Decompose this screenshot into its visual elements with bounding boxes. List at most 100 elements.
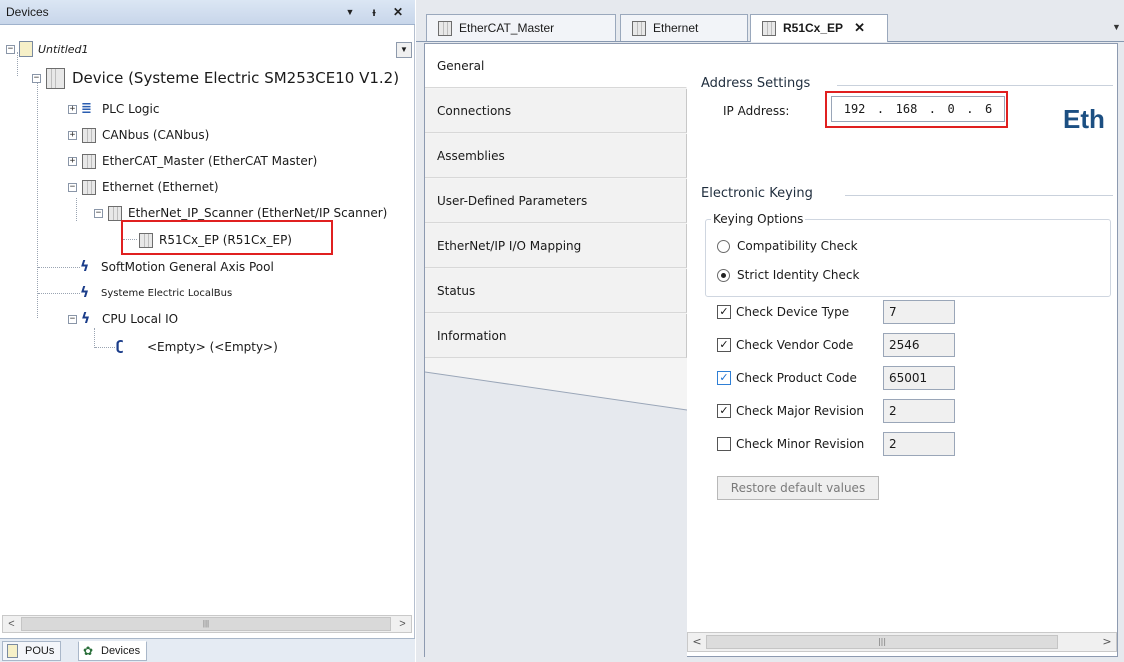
axis-pool-icon: ϟ <box>80 259 90 275</box>
tree-item-cpu-local-io[interactable]: − ϟ CPU Local IO <box>68 308 178 330</box>
device-label: Device (Systeme Electric SM253CE10 V1.2) <box>72 69 400 87</box>
device-icon <box>81 127 97 143</box>
cpu-io-label: CPU Local IO <box>102 312 179 326</box>
devices-hscrollbar[interactable]: < ||| > <box>2 615 412 633</box>
major-revision-value: 2 <box>883 399 955 423</box>
check-label: Check Minor Revision <box>736 437 865 451</box>
scroll-thumb[interactable]: ||| <box>706 635 1058 649</box>
localbus-label: Systeme Electric LocalBus <box>101 287 233 299</box>
minor-revision-value: 2 <box>883 432 955 456</box>
tab-label: EtherCAT_Master <box>459 21 555 35</box>
keying-options-group <box>705 219 1111 297</box>
check-major-revision[interactable]: ✓ Check Major Revision <box>717 404 864 418</box>
check-label: Check Vendor Code <box>736 338 854 352</box>
device-icon <box>107 205 123 221</box>
vendor-code-value: 2546 <box>883 333 955 357</box>
collapse-icon[interactable]: − <box>68 314 77 324</box>
tree-item-plc-logic[interactable]: + ≣ PLC Logic <box>68 98 159 120</box>
check-device-type[interactable]: ✓ Check Device Type <box>717 305 849 319</box>
tree-item-empty-slot[interactable]: ʗ <Empty> (<Empty>) <box>116 336 278 358</box>
collapse-icon[interactable]: − <box>32 73 41 83</box>
device-icon <box>81 179 97 195</box>
tab-label: R51Cx_EP <box>783 21 843 35</box>
keying-options-legend: Keying Options <box>711 212 806 226</box>
scroll-right-icon[interactable]: > <box>394 616 411 632</box>
slot-icon: ʗ <box>116 339 124 354</box>
check-vendor-code[interactable]: ✓ Check Vendor Code <box>717 338 853 352</box>
address-settings-title: Address Settings <box>701 76 811 91</box>
device-icon <box>631 20 647 36</box>
bottom-tab-strip: POUs ✿ Devices <box>0 638 415 662</box>
check-label: Check Product Code <box>736 371 857 385</box>
checkbox-checked-icon: ✓ <box>717 338 731 352</box>
tree-item-ethercat-master[interactable]: + EtherCAT_Master (EtherCAT Master) <box>68 150 317 172</box>
tab-ethercat-master[interactable]: EtherCAT_Master <box>426 14 616 41</box>
device-icon <box>45 67 67 89</box>
close-panel-icon[interactable]: ✕ <box>390 3 406 21</box>
tree-item-ethernet[interactable]: − Ethernet (Ethernet) <box>68 176 219 198</box>
electronic-keying-title: Electronic Keying <box>701 186 813 201</box>
radio-selected-icon <box>717 268 730 282</box>
io-icon: ϟ <box>81 311 91 327</box>
collapse-icon[interactable]: − <box>68 182 77 192</box>
close-tab-icon[interactable]: ✕ <box>854 20 865 35</box>
ip-address-label: IP Address: <box>723 104 790 118</box>
plc-logic-icon: ≣ <box>81 101 92 116</box>
expand-icon[interactable]: + <box>68 104 77 114</box>
highlight-r51cx-ep <box>121 220 333 255</box>
tab-devices[interactable]: ✿ Devices <box>78 641 148 661</box>
tree-item-device[interactable]: − Device (Systeme Electric SM253CE10 V1.… <box>32 64 399 92</box>
section-divider <box>845 195 1113 196</box>
tree-item-localbus[interactable]: ϟ Systeme Electric LocalBus <box>80 282 232 304</box>
devices-icon: ✿ <box>83 644 94 658</box>
restore-defaults-button[interactable]: Restore default values <box>717 476 879 500</box>
scroll-thumb[interactable]: ||| <box>21 617 391 631</box>
tab-label: Ethernet <box>653 21 699 35</box>
scroll-right-icon[interactable]: > <box>1099 634 1115 650</box>
check-minor-revision[interactable]: Check Minor Revision <box>717 437 864 451</box>
scanner-label: EtherNet_IP_Scanner (EtherNet/IP Scanner… <box>128 206 388 220</box>
highlight-ip-address <box>825 91 1008 128</box>
tab-overflow-icon[interactable]: ▼ <box>1112 22 1121 32</box>
canbus-label: CANbus (CANbus) <box>102 128 210 142</box>
devices-tab-label: Devices <box>101 645 141 657</box>
plc-logic-label: PLC Logic <box>102 102 160 116</box>
editor-tab-strip: EtherCAT_Master Ethernet R51Cx_EP ✕ ▼ <box>416 0 1124 42</box>
radio-icon <box>717 239 730 253</box>
editor-hscrollbar[interactable]: < ||| > <box>687 632 1117 652</box>
checkbox-unchecked-icon <box>717 437 731 451</box>
device-icon <box>761 20 777 36</box>
collapse-icon[interactable]: − <box>94 208 103 218</box>
collapse-icon[interactable]: − <box>6 44 15 54</box>
expand-icon[interactable]: + <box>68 130 77 140</box>
ethernet-label: Ethernet (Ethernet) <box>102 180 219 194</box>
check-product-code[interactable]: ✓ Check Product Code <box>717 371 857 385</box>
device-tree: − Untitled1 − Device (Systeme Electric S… <box>0 40 412 615</box>
expand-icon[interactable]: + <box>68 156 77 166</box>
checkbox-checked-icon: ✓ <box>717 404 731 418</box>
ethercat-label: EtherCAT_Master (EtherCAT Master) <box>102 154 318 168</box>
tree-item-softmotion[interactable]: ϟ SoftMotion General Axis Pool <box>80 256 274 278</box>
tree-item-project[interactable]: − Untitled1 <box>6 38 89 60</box>
vendor-logo: Eth <box>1063 104 1105 134</box>
checkbox-checked-icon: ✓ <box>717 305 731 319</box>
localbus-icon: ϟ <box>80 285 90 301</box>
scroll-left-icon[interactable]: < <box>689 634 705 650</box>
tree-item-canbus[interactable]: + CANbus (CANbus) <box>68 124 209 146</box>
section-divider <box>837 85 1113 86</box>
radio-compatibility-check[interactable]: Compatibility Check <box>717 239 858 253</box>
tab-shape-decoration <box>425 371 688 658</box>
tab-pous[interactable]: POUs <box>2 641 62 661</box>
radio-strict-identity-check[interactable]: Strict Identity Check <box>717 268 859 282</box>
general-tab-content: Address Settings IP Address: 192 . 168 .… <box>687 44 1117 656</box>
editor-area: EtherCAT_Master Ethernet R51Cx_EP ✕ ▼ Ge… <box>416 0 1124 662</box>
product-code-value: 65001 <box>883 366 955 390</box>
checkbox-checked-icon: ✓ <box>717 371 731 385</box>
tab-r51cx-ep[interactable]: R51Cx_EP ✕ <box>750 14 888 42</box>
pin-icon[interactable]: ᵼ <box>366 3 382 21</box>
scroll-left-icon[interactable]: < <box>3 616 20 632</box>
device-type-value: 7 <box>883 300 955 324</box>
panel-menu-icon[interactable]: ▼ <box>342 3 358 21</box>
tab-ethernet[interactable]: Ethernet <box>620 14 748 41</box>
radio-label: Strict Identity Check <box>737 268 860 282</box>
